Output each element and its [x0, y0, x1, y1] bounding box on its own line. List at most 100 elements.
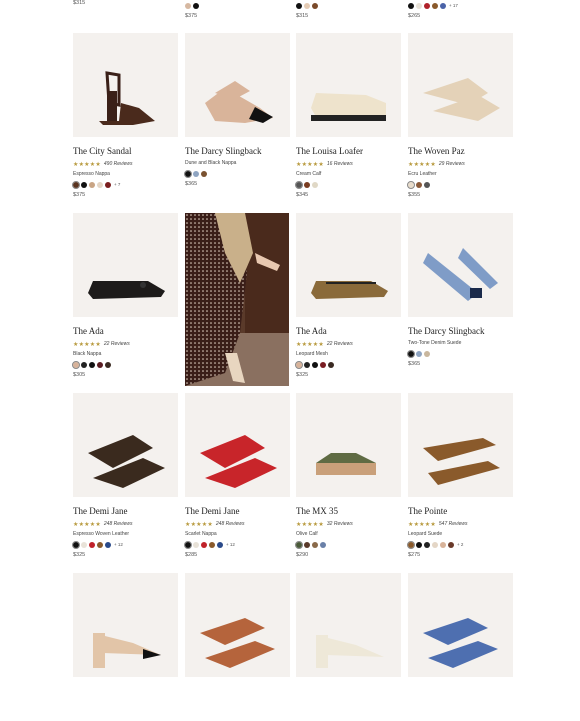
color-swatch[interactable] [304, 361, 310, 368]
color-swatch[interactable] [312, 2, 318, 9]
color-swatch[interactable] [89, 181, 95, 188]
product-card[interactable]: The Woven Paz ★★★★★ 29 Reviews Ecru Leat… [406, 33, 513, 198]
color-swatch[interactable] [320, 361, 326, 368]
color-swatch[interactable] [406, 539, 416, 550]
product-card[interactable] [296, 573, 401, 721]
product-name[interactable] [73, 686, 178, 697]
color-swatch[interactable] [432, 541, 438, 548]
color-swatch[interactable] [448, 541, 454, 548]
product-card[interactable] [185, 573, 290, 721]
product-card[interactable]: The Ada ★★★★★ 22 Reviews Leopard Mesh $3… [294, 213, 401, 378]
product-name[interactable]: The Darcy Slingback [185, 146, 290, 157]
color-swatch[interactable] [89, 361, 95, 368]
color-swatch[interactable] [183, 168, 193, 179]
product-image[interactable] [185, 393, 290, 497]
more-colors[interactable]: + 12 [114, 542, 123, 547]
review-count[interactable]: 16 Reviews [327, 161, 353, 167]
color-swatch[interactable] [105, 541, 111, 548]
product-image[interactable] [408, 213, 513, 317]
color-swatch[interactable] [312, 361, 318, 368]
product-image[interactable] [185, 573, 290, 677]
review-count[interactable]: 22 Reviews [104, 341, 130, 347]
color-swatch[interactable] [105, 181, 111, 188]
color-swatch[interactable] [201, 541, 207, 548]
color-swatch[interactable] [296, 2, 302, 9]
color-swatch[interactable] [71, 179, 81, 190]
color-swatch[interactable] [424, 350, 430, 357]
product-name[interactable] [296, 686, 401, 697]
more-colors[interactable]: + 2 [457, 542, 463, 547]
color-swatch[interactable] [304, 2, 310, 9]
more-colors[interactable]: + 17 [449, 3, 458, 8]
top-card-4[interactable]: + 17 $265 [408, 0, 458, 19]
color-swatch[interactable] [294, 359, 304, 370]
color-swatch[interactable] [193, 541, 199, 548]
color-swatch[interactable] [201, 170, 207, 177]
color-swatch[interactable] [97, 181, 103, 188]
color-swatch[interactable] [209, 541, 215, 548]
color-swatch[interactable] [193, 2, 199, 9]
color-swatch[interactable] [183, 539, 193, 550]
color-swatch[interactable] [416, 541, 422, 548]
color-swatch[interactable] [71, 539, 81, 550]
color-swatch[interactable] [304, 541, 310, 548]
product-card[interactable]: The Ada ★★★★★ 22 Reviews Black Nappa $30… [71, 213, 178, 378]
product-card[interactable]: The MX 35 ★★★★★ 32 Reviews Olive Calf $2… [294, 393, 401, 558]
review-count[interactable]: 22 Reviews [327, 341, 353, 347]
color-swatch[interactable] [217, 541, 223, 548]
color-swatch[interactable] [81, 181, 87, 188]
top-card-1[interactable]: $315 [73, 0, 85, 6]
color-swatch[interactable] [328, 361, 334, 368]
color-swatch[interactable] [294, 539, 304, 550]
lifestyle-image[interactable] [185, 213, 289, 386]
top-card-2[interactable]: $375 [185, 0, 201, 19]
product-card[interactable]: The Demi Jane ★★★★★ 248 Reviews Espresso… [71, 393, 178, 558]
product-image[interactable] [73, 213, 178, 317]
product-name[interactable]: The Ada [296, 326, 401, 337]
product-card[interactable]: The Louisa Loafer ★★★★★ 16 Reviews Cream… [294, 33, 401, 198]
color-swatch[interactable] [294, 179, 304, 190]
color-swatch[interactable] [81, 361, 87, 368]
color-swatch[interactable] [416, 350, 422, 357]
color-swatch[interactable] [432, 2, 438, 9]
product-image[interactable] [73, 573, 178, 677]
top-card-3[interactable]: $315 [296, 0, 320, 19]
product-card[interactable] [73, 573, 178, 721]
product-name[interactable] [185, 686, 290, 697]
review-count[interactable]: 248 Reviews [104, 521, 133, 527]
color-swatch[interactable] [304, 181, 310, 188]
product-name[interactable]: The Darcy Slingback [408, 326, 513, 337]
product-card[interactable]: The City Sandal ★★★★★ 490 Reviews Espres… [71, 33, 178, 198]
product-image[interactable] [408, 33, 513, 137]
color-swatch[interactable] [105, 361, 111, 368]
product-name[interactable]: The MX 35 [296, 506, 401, 517]
color-swatch[interactable] [97, 361, 103, 368]
color-swatch[interactable] [424, 181, 430, 188]
product-card[interactable]: The Darcy Slingback Two-Tone Denim Suede… [406, 213, 513, 367]
color-swatch[interactable] [312, 181, 318, 188]
color-swatch[interactable] [312, 541, 318, 548]
review-count[interactable]: 29 Reviews [439, 161, 465, 167]
product-card[interactable] [408, 573, 513, 721]
product-name[interactable]: The Demi Jane [185, 506, 290, 517]
review-count[interactable]: 547 Reviews [439, 521, 468, 527]
color-swatch[interactable] [320, 541, 326, 548]
review-count[interactable]: 490 Reviews [104, 161, 133, 167]
product-name[interactable] [408, 686, 513, 697]
color-swatch[interactable] [424, 2, 430, 9]
color-swatch[interactable] [71, 359, 81, 370]
color-swatch[interactable] [89, 541, 95, 548]
product-name[interactable]: The Demi Jane [73, 506, 178, 517]
review-count[interactable]: 248 Reviews [216, 521, 245, 527]
color-swatch[interactable] [193, 170, 199, 177]
product-name[interactable]: The Woven Paz [408, 146, 513, 157]
product-name[interactable]: The Louisa Loafer [296, 146, 401, 157]
color-swatch[interactable] [406, 179, 416, 190]
more-colors[interactable]: + 7 [114, 182, 120, 187]
product-image[interactable] [408, 573, 513, 677]
product-image[interactable] [296, 393, 401, 497]
review-count[interactable]: 32 Reviews [327, 521, 353, 527]
product-image[interactable] [73, 33, 178, 137]
product-name[interactable]: The City Sandal [73, 146, 178, 157]
product-image[interactable] [296, 33, 401, 137]
